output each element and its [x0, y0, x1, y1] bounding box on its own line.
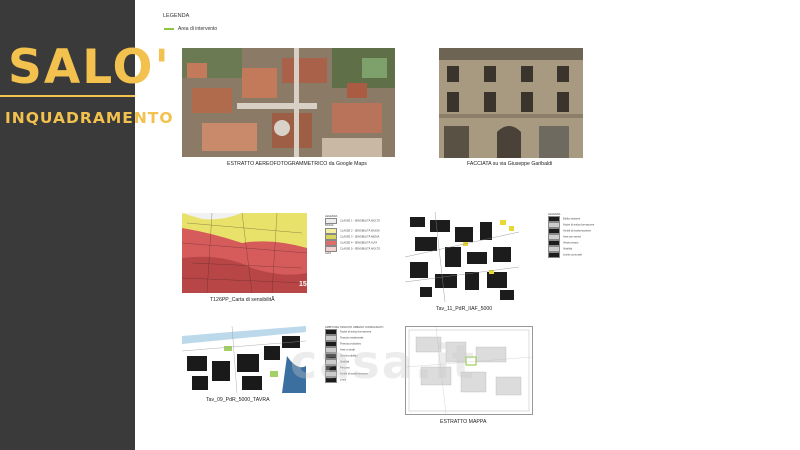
sensitivity-map-graphic: 15 [182, 213, 307, 293]
sensitivity-map: 15 [182, 213, 307, 293]
legend-entry-label: Ambiti di trasformazione [563, 229, 591, 233]
legend-swatch [164, 28, 174, 30]
legend-entry-label: Aree per servizi [563, 235, 582, 239]
legend-title: LEGENDA [163, 13, 190, 19]
caption-carta: T126PP_Carta di sensibilitÃ [210, 297, 275, 303]
tav11-map [405, 212, 519, 302]
legend-entry-label: Nuclei di antica formazione [563, 223, 595, 227]
tav11-map-graphic [405, 212, 519, 302]
legend-entry: Limite comunale [548, 252, 618, 259]
legend-entry: CLASSE 1 - SENSIBILITÀ MOLTO BASSA [325, 218, 385, 227]
legend-entry-label: Edifici esistenti [563, 217, 581, 221]
legend-entry-label: Limite comunale [563, 253, 582, 257]
sidebar: SALO' INQUADRAMENTO [0, 0, 173, 450]
legend-entry: CLASSE 5 - SENSIBILITÀ MOLTO ALTA [325, 245, 385, 255]
watermark: casa.it [290, 335, 476, 389]
legend-entry-label: Viabilità [563, 247, 573, 251]
facade-photo [439, 48, 583, 158]
aerial-photo [182, 48, 395, 157]
section-subtitle: INQUADRAMENTO [5, 109, 174, 127]
map-number: 15 [299, 281, 307, 288]
title-divider [0, 95, 135, 97]
legend-entry-swatch [548, 252, 560, 259]
aerial-photo-graphic [182, 48, 395, 157]
tav11-legend: LEGENDA Edifici esistenti Nuclei di antic… [548, 213, 618, 259]
legend-entry-label: Verde privato [563, 241, 579, 245]
legend-entry-label: Nuclei di antica formazione [340, 330, 372, 334]
caption-tav09: Tav_09_PdR_5000_TAVRA [206, 397, 270, 403]
legend-label: Area di intervento [178, 26, 218, 32]
caption-mappa: ESTRATTO MAPPA [440, 419, 487, 425]
legend-entry-label: CLASSE 2 - SENSIBILITÀ BASSA [340, 229, 380, 233]
caption-aerial: ESTRATTO AEREOFOTOGRAMMETRICO da Google … [227, 161, 367, 167]
facade-photo-graphic [439, 48, 583, 158]
caption-tav11: Tav_11_PdR_IIAF_5000 [436, 306, 493, 312]
city-title: SALO' [8, 40, 171, 95]
tav09-map [182, 326, 306, 393]
caption-facade: FACCIATA su via Giuseppe Garibaldi [467, 161, 553, 167]
tav09-map-graphic [182, 326, 306, 393]
legend-entry-label: CLASSE 3 - SENSIBILITÀ MEDIA [340, 235, 380, 239]
legend-entry-label: CLASSE 4 - SENSIBILITÀ ALTA [340, 241, 378, 245]
carta-legend: LEGENDA CLASSE 1 - SENSIBILITÀ MOLTO BAS… [325, 215, 385, 255]
